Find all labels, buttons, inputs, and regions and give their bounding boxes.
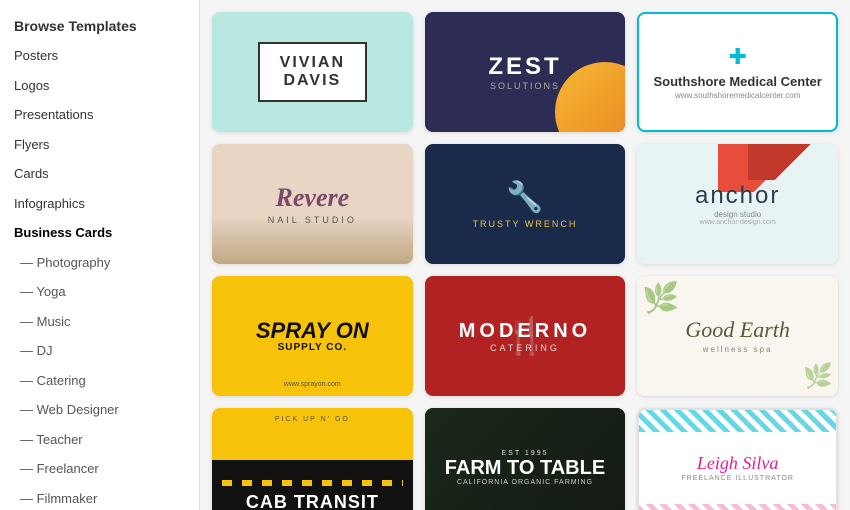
template-farm-to-table[interactable]: EST 1995 FARM TO TABLE CALIFORNIA ORGANI… xyxy=(425,408,626,510)
revere-name: Revere xyxy=(276,183,350,213)
leigh-sub: FREELANCE ILLUSTRATOR xyxy=(681,475,794,482)
farm-est: EST 1995 xyxy=(501,450,548,457)
sidebar-item-dj[interactable]: — DJ xyxy=(0,336,199,366)
medical-icon: ✚ xyxy=(728,44,746,70)
cab-top-text: PICK UP N' GO xyxy=(212,416,413,423)
leaf-icon: 🌿 xyxy=(642,281,679,316)
sidebar-item-presentations[interactable]: Presentations xyxy=(0,100,199,130)
sidebar-item-logos[interactable]: Logos xyxy=(0,71,199,101)
sidebar-item-teacher[interactable]: — Teacher xyxy=(0,425,199,455)
leigh-bot-decoration xyxy=(639,504,836,510)
sidebar-header[interactable]: Browse Templates xyxy=(0,10,199,41)
zest-name: ZEST xyxy=(488,53,561,80)
spray-sub: SUPPLY CO. xyxy=(278,342,347,353)
farm-sub: CALIFORNIA ORGANIC FARMING xyxy=(457,479,593,486)
revere-sub: NAIL STUDIO xyxy=(268,215,357,225)
sidebar-item-posters[interactable]: Posters xyxy=(0,41,199,71)
southshore-sub: www.southshoremedicalcenter.com xyxy=(675,91,800,100)
template-revere[interactable]: Revere NAIL STUDIO xyxy=(212,144,413,264)
leaf2-icon: 🌿 xyxy=(803,362,833,391)
template-zest[interactable]: ZEST SOLUTIONS xyxy=(425,12,626,132)
sidebar-item-music[interactable]: — Music xyxy=(0,307,199,337)
sidebar-item-web-designer[interactable]: — Web Designer xyxy=(0,395,199,425)
moderno-name: MODERNO xyxy=(459,320,591,343)
sidebar-item-photography[interactable]: — Photography xyxy=(0,248,199,278)
sidebar-item-flyers[interactable]: Flyers xyxy=(0,130,199,160)
sidebar: Browse Templates Posters Logos Presentat… xyxy=(0,0,200,510)
cab-stripe-decoration xyxy=(222,480,403,486)
sidebar-item-freelancer[interactable]: — Freelancer xyxy=(0,454,199,484)
zest-sub: SOLUTIONS xyxy=(488,81,561,91)
leigh-top-decoration xyxy=(639,410,836,432)
farm-title: FARM TO TABLE xyxy=(445,457,605,479)
template-grid: VIVIAN DAVIS ZEST SOLUTIONS ✚ Southshore… xyxy=(212,12,838,510)
leigh-name: Leigh Silva xyxy=(697,454,779,474)
sidebar-item-infographics[interactable]: Infographics xyxy=(0,189,199,219)
moderno-sub: CATERING xyxy=(490,343,560,353)
anchor-name: anchor xyxy=(695,182,780,210)
sidebar-item-yoga[interactable]: — Yoga xyxy=(0,277,199,307)
anchor-stripe2-decoration xyxy=(748,144,838,180)
template-trusty-wrench[interactable]: 🔧 TRUSTY WRENCH xyxy=(425,144,626,264)
vivian-name-top: VIVIAN xyxy=(280,54,345,72)
good-earth-sub: wellness spa xyxy=(703,345,773,354)
template-southshore[interactable]: ✚ Southshore Medical Center www.southsho… xyxy=(637,12,838,132)
main-content: VIVIAN DAVIS ZEST SOLUTIONS ✚ Southshore… xyxy=(200,0,850,510)
good-earth-name: Good Earth xyxy=(685,318,790,342)
vivian-name-bot: DAVIS xyxy=(280,72,345,90)
spray-title: SPRAY ON xyxy=(256,320,369,342)
anchor-sub: design studio xyxy=(714,210,761,219)
template-cab-transit[interactable]: PICK UP N' GO CAB TRANSIT NEW YORK CAB S… xyxy=(212,408,413,510)
sidebar-item-cards[interactable]: Cards xyxy=(0,159,199,189)
sidebar-item-catering[interactable]: — Catering xyxy=(0,366,199,396)
wrench-icon: 🔧 xyxy=(506,180,543,215)
cab-title: CAB TRANSIT xyxy=(222,492,403,510)
template-vivian-davis[interactable]: VIVIAN DAVIS xyxy=(212,12,413,132)
template-anchor[interactable]: anchor design studio www.anchor-design.c… xyxy=(637,144,838,264)
template-spray-on[interactable]: SPRAY ON SUPPLY CO. www.sprayon.com xyxy=(212,276,413,396)
template-good-earth[interactable]: 🌿 🌿 Good Earth wellness spa xyxy=(637,276,838,396)
sidebar-item-filmmaker[interactable]: — Filmmaker xyxy=(0,484,199,510)
spray-url: www.sprayon.com xyxy=(284,381,341,388)
sidebar-item-business-cards[interactable]: Business Cards xyxy=(0,218,199,248)
southshore-title: Southshore Medical Center xyxy=(654,74,822,89)
template-moderno[interactable]: 🍴 MODERNO CATERING xyxy=(425,276,626,396)
template-leigh-silva[interactable]: Leigh Silva FREELANCE ILLUSTRATOR xyxy=(637,408,838,510)
anchor-website: www.anchor-design.com xyxy=(700,219,776,226)
wrench-text: TRUSTY WRENCH xyxy=(473,219,578,229)
zest-decoration xyxy=(555,62,625,132)
